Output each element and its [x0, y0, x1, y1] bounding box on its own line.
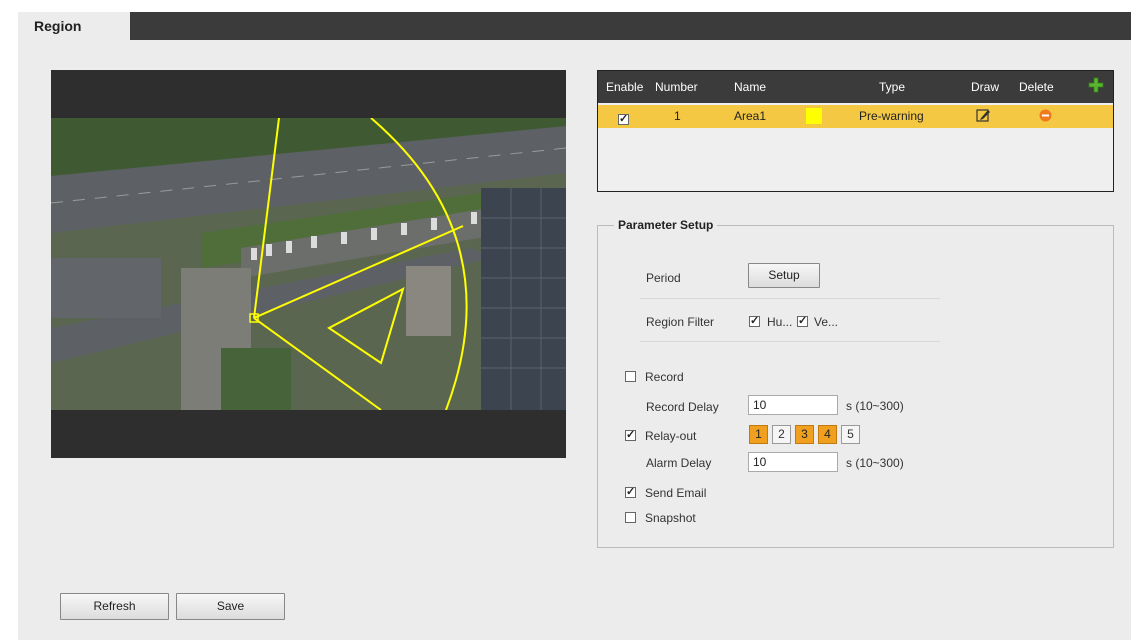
header-type: Type: [879, 80, 906, 94]
relay-channel-1[interactable]: 1: [749, 425, 768, 444]
row-color-swatch[interactable]: [806, 108, 822, 124]
record-delay-range: s (10~300): [846, 399, 904, 413]
relay-channel-5[interactable]: 5: [841, 425, 860, 444]
record-delay-label: Record Delay: [646, 400, 719, 414]
record-checkbox[interactable]: [625, 371, 636, 382]
relay-out-checkbox[interactable]: [625, 428, 636, 441]
alarm-delay-range: s (10~300): [846, 456, 904, 470]
row-type: Pre-warning: [859, 109, 924, 123]
tab-bar: [18, 12, 1131, 40]
header-delete: Delete: [1019, 80, 1054, 94]
record-label: Record: [645, 370, 684, 384]
table-row[interactable]: 1 Area1 Pre-warning: [598, 105, 1113, 128]
filter-human-label: Hu...: [767, 315, 793, 329]
delete-icon[interactable]: [1039, 109, 1052, 125]
divider: [640, 298, 940, 299]
row-number: 1: [674, 109, 681, 123]
send-email-label: Send Email: [645, 486, 707, 500]
alarm-delay-label: Alarm Delay: [646, 456, 712, 470]
relay-channel-4[interactable]: 4: [818, 425, 837, 444]
tab-region[interactable]: Region: [18, 12, 130, 41]
filter-vehicle-checkbox[interactable]: [797, 314, 808, 327]
row-name: Area1: [734, 109, 767, 123]
period-setup-button[interactable]: Setup: [748, 263, 820, 288]
table-header: Enable Number Name Type Draw Delete: [598, 71, 1113, 103]
add-icon[interactable]: [1088, 77, 1104, 96]
filter-human-checkbox[interactable]: [749, 314, 760, 327]
alarm-delay-input[interactable]: [748, 452, 838, 472]
relay-channel-2[interactable]: 2: [772, 425, 791, 444]
refresh-button[interactable]: Refresh: [60, 593, 169, 620]
relay-channel-3[interactable]: 3: [795, 425, 814, 444]
record-delay-input[interactable]: [748, 395, 838, 415]
divider: [640, 341, 940, 342]
parameter-setup-title: Parameter Setup: [614, 218, 718, 232]
header-draw: Draw: [971, 80, 1000, 94]
header-number: Number: [655, 80, 698, 94]
snapshot-checkbox[interactable]: [625, 512, 636, 523]
draw-icon[interactable]: [976, 108, 991, 126]
relay-out-label: Relay-out: [645, 429, 697, 443]
header-name: Name: [734, 80, 767, 94]
region-filter-label: Region Filter: [646, 315, 715, 329]
video-preview[interactable]: [51, 70, 566, 458]
snapshot-label: Snapshot: [645, 511, 696, 525]
camera-scene: [51, 118, 566, 410]
rule-table: Enable Number Name Type Draw Delete 1 Ar…: [597, 70, 1114, 192]
filter-vehicle-label: Ve...: [814, 315, 839, 329]
period-label: Period: [646, 271, 681, 285]
send-email-checkbox[interactable]: [625, 485, 636, 498]
header-enable: Enable: [606, 80, 644, 94]
save-button[interactable]: Save: [176, 593, 285, 620]
